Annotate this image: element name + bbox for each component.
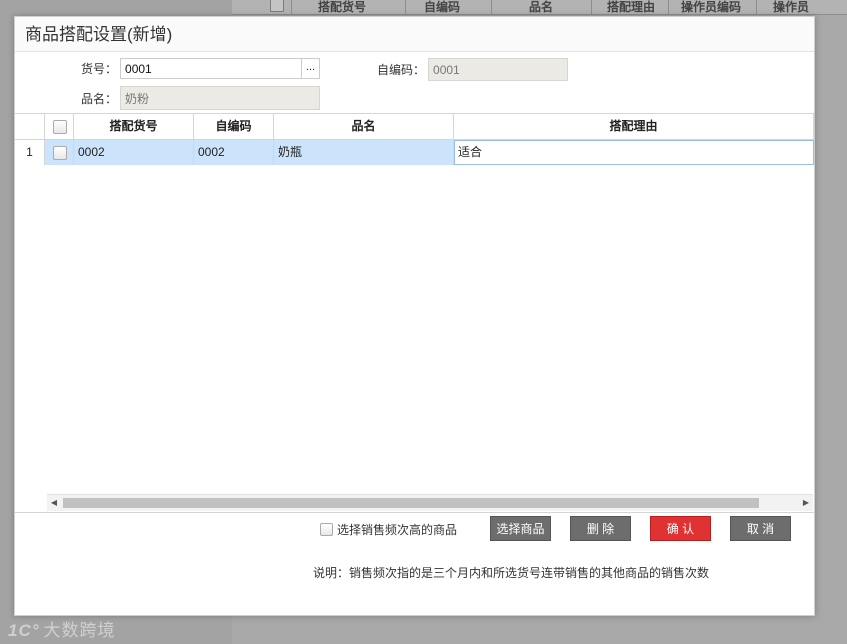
table-row[interactable]: 1 0002 0002 奶瓶 适合 [15,140,814,165]
scroll-right-icon[interactable]: ▶ [799,495,813,511]
header-match-code[interactable]: 搭配货号 [74,114,194,139]
footer-divider [15,512,814,513]
high-frequency-checkbox[interactable] [320,523,333,536]
code-label: 货号： [81,62,118,76]
header-product-name[interactable]: 品名 [274,114,454,139]
cancel-button[interactable]: 取 消 [730,516,791,541]
dialog-title: 商品搭配设置(新增) [15,17,814,52]
self-code-label: 自编码： [377,63,426,77]
header-select-all[interactable] [45,114,74,139]
self-code-input [428,58,569,81]
bg-col-operator: 操作员 [773,0,810,14]
select-all-checkbox[interactable] [53,120,67,134]
bg-col-sep [491,0,492,14]
high-frequency-label[interactable]: 选择销售频次高的商品 [337,521,457,538]
watermark-logo-icon: 1C° [8,621,40,640]
watermark-text: 大数跨境 [43,621,116,640]
background-checkbox [270,0,284,12]
header-match-reason[interactable]: 搭配理由 [454,114,814,139]
confirm-button[interactable]: 确 认 [650,516,711,541]
grid-header: 搭配货号 自编码 品名 搭配理由 [15,114,814,140]
row-number: 1 [15,140,45,165]
row-checkbox[interactable] [53,146,67,160]
name-row: 品名： [81,86,321,110]
cell-product-name[interactable]: 奶瓶 [274,140,454,165]
cell-match-reason-editor[interactable]: 适合 [454,140,814,165]
high-frequency-option[interactable]: 选择销售频次高的商品 [320,521,457,538]
bg-col-code: 搭配货号 [318,0,367,14]
bg-col-self: 自编码 [424,0,461,14]
header-self-code[interactable]: 自编码 [194,114,274,139]
bg-col-reason: 搭配理由 [607,0,656,14]
self-code-row: 自编码： [377,58,569,81]
bg-col-sep [756,0,757,14]
code-input[interactable] [120,58,303,79]
horizontal-scrollbar[interactable]: ◀ ▶ [47,494,813,511]
cell-match-code[interactable]: 0002 [74,140,194,165]
bg-col-sep [668,0,669,14]
bg-col-sep [405,0,406,14]
bg-col-sep [591,0,592,14]
product-match-dialog: 商品搭配设置(新增) 货号： ... 自编码： 品名： 搭配货号 自编码 品名 … [14,16,815,616]
code-row: 货号： ... [81,58,321,79]
scroll-thumb[interactable] [63,498,759,508]
code-picker-button[interactable]: ... [302,58,321,79]
cell-self-code[interactable]: 0002 [194,140,274,165]
match-grid: 搭配货号 自编码 品名 搭配理由 1 0002 0002 奶瓶 适合 [15,113,814,513]
scroll-left-icon[interactable]: ◀ [47,495,61,511]
name-label: 品名： [81,91,118,106]
background-grid-header: 搭配货号 自编码 品名 搭配理由 操作员编码 操作员 [232,0,847,15]
delete-button[interactable]: 删 除 [570,516,631,541]
explanation-note: 说明：销售频次指的是三个月内和所选货号连带销售的其他商品的销售次数 [313,566,710,580]
bg-col-sep [291,0,292,14]
bg-col-name: 品名 [529,0,554,14]
row-select[interactable] [45,140,74,165]
select-products-button[interactable]: 选择商品 [490,516,551,541]
header-rownum [15,114,45,139]
watermark: 1C° 大数跨境 [8,616,116,641]
name-input [120,86,321,110]
bg-col-opcode: 操作员编码 [681,0,742,14]
